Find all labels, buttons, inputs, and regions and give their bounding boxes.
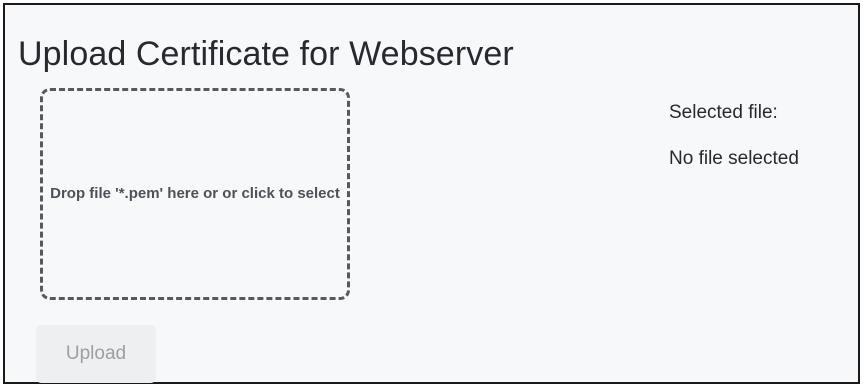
page-title: Upload Certificate for Webserver [18, 35, 514, 73]
file-dropzone[interactable]: Drop file '*.pem' here or or click to se… [40, 88, 350, 300]
selected-file-value: No file selected [669, 148, 799, 169]
upload-button[interactable]: Upload [36, 325, 156, 383]
dropzone-instruction: Drop file '*.pem' here or or click to se… [50, 185, 340, 202]
selected-file-label: Selected file: [669, 102, 778, 123]
upload-panel: Upload Certificate for Webserver Drop fi… [3, 3, 860, 384]
